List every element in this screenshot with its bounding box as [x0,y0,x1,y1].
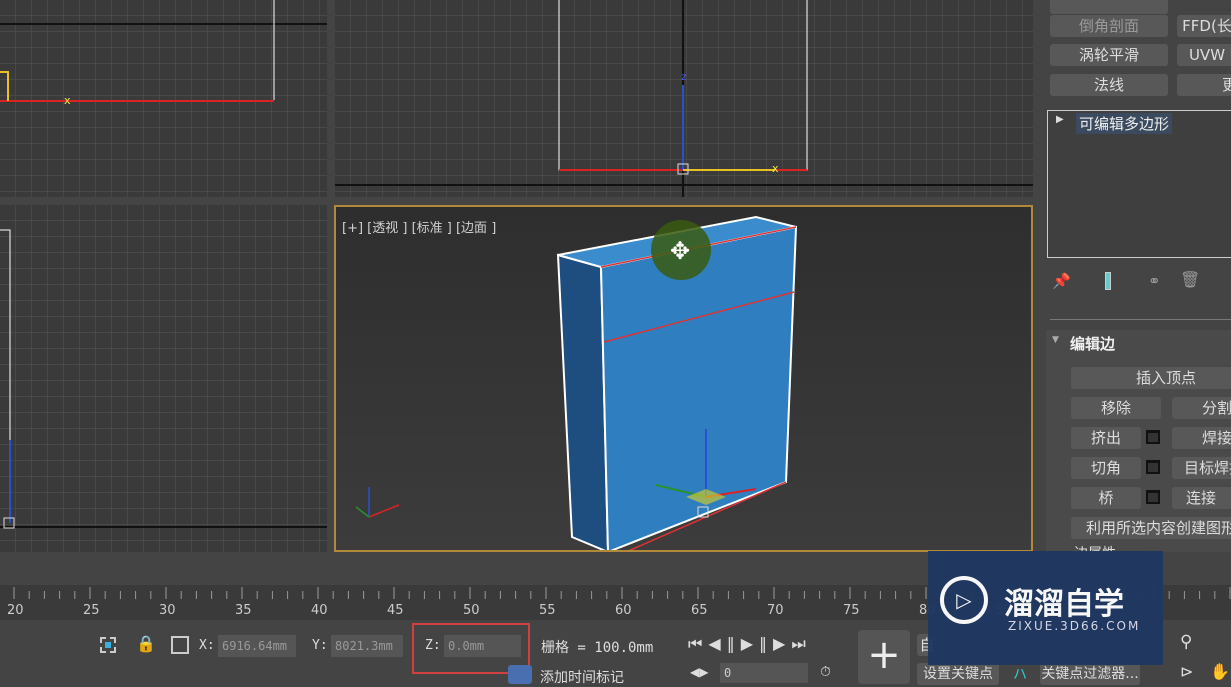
ruler-tick-label: 50 [463,603,480,618]
collapse-icon[interactable]: ▼ [1052,335,1059,345]
key-filters-button[interactable]: 关键点过滤器... [1040,663,1140,685]
show-end-result-icon[interactable] [1105,272,1111,290]
viewport-perspective[interactable]: [+] [透视 ] [标准 ] [边面 ] ✥ [334,205,1033,552]
make-unique-icon[interactable]: ⚭ [1148,272,1161,290]
modifier-button[interactable] [1050,0,1168,14]
create-shape-button[interactable]: 利用所选内容创建图形 [1071,517,1231,539]
bridge-button[interactable]: 桥 [1071,487,1141,509]
viewport-left[interactable] [0,205,327,552]
watermark-logo-icon: ▷ [940,576,988,624]
ruler-tick-label: 75 [843,603,860,618]
ruler-tick-label: 55 [539,603,556,618]
extrude-settings-icon[interactable] [1146,430,1160,444]
set-key-button[interactable]: + [858,630,910,684]
remove-button[interactable]: 移除 [1071,397,1161,419]
ruler-tick-label: 30 [159,603,176,618]
ruler-tick-label: 25 [83,603,100,618]
z-label: Z: [425,638,441,653]
svg-text:x: x [772,162,779,175]
ruler-tick-label: 40 [311,603,328,618]
bevel-profile-button[interactable]: 倒角剖面 [1050,15,1168,37]
connect-button[interactable]: 连接 [1172,487,1231,509]
zoom-icon[interactable]: ⚲ [1180,632,1192,652]
ruler-tick-label: 35 [235,603,252,618]
viewport-grid [0,205,327,552]
box-object: ✥ [355,215,798,550]
set-key-mode-button[interactable]: 设置关键点 [917,663,999,685]
ffd-button[interactable]: FFD(长 [1177,15,1231,37]
ruler-tick-label: 70 [767,603,784,618]
weld-button[interactable]: 焊接 [1172,427,1231,449]
normal-button[interactable]: 法线 [1050,74,1168,96]
add-time-tag[interactable]: 添加时间标记 [540,667,624,687]
y-label: Y: [312,638,328,653]
modifier-stack[interactable]: ▶ 可编辑多边形 [1047,110,1231,258]
ruler-tick-label: 65 [691,603,708,618]
isolate-selection-icon[interactable] [100,637,116,653]
ruler-tick-label: 60 [615,603,632,618]
lock-icon[interactable]: 🔒 [136,634,156,653]
field-of-view-icon[interactable]: ⊳ [1180,662,1193,681]
modifier-editable-poly[interactable]: 可编辑多边形 [1076,113,1173,134]
turbosmooth-button[interactable]: 涡轮平滑 [1050,44,1168,66]
chamfer-settings-icon[interactable] [1146,460,1160,474]
svg-text:✥: ✥ [670,237,690,265]
viewport-top-left[interactable]: x [0,0,327,197]
svg-text:z: z [681,72,686,83]
time-tag-icon[interactable] [508,665,532,684]
watermark-name: 溜溜自学 [1004,587,1124,622]
rollout-title[interactable]: 编辑边 [1070,333,1115,354]
current-frame-field[interactable]: 0 [720,663,808,683]
key-mode-icon[interactable]: ◀▶ [690,665,708,679]
insert-vertex-button[interactable]: 插入顶点 [1071,367,1231,389]
remove-modifier-icon[interactable]: 🗑 [1180,270,1200,289]
pin-stack-icon[interactable]: 📌 [1052,272,1071,290]
expand-arrow-icon[interactable]: ▶ [1056,114,1064,125]
command-panel: 倒角剖面 FFD(长 涡轮平滑 UVW 法线 更 ▶ 可编辑多边形 📌 ⚭ 🗑 … [1040,0,1231,552]
viewport-grid: zx [335,0,1033,197]
split-button[interactable]: 分割 [1172,397,1231,419]
x-coordinate-field[interactable]: 6916.64mm [218,635,296,657]
viewport-front[interactable]: zx [335,0,1033,197]
more-button[interactable]: 更 [1177,74,1231,96]
grid-size: 栅格 = 100.0mm [541,640,654,656]
ruler-tick-label: 20 [7,603,24,618]
svg-text:x: x [64,94,71,107]
time-config-icon[interactable]: ⏱ [820,664,831,680]
pan-hand-icon[interactable]: ✋ [1210,662,1230,681]
target-weld-button[interactable]: 目标焊接 [1172,457,1231,479]
viewport-grid: x [0,0,327,197]
divider [1050,319,1231,320]
watermark-url: ZIXUE.3D66.COM [1008,619,1141,633]
chamfer-button[interactable]: 切角 [1071,457,1141,479]
bridge-settings-icon[interactable] [1146,490,1160,504]
absolute-mode-icon[interactable] [171,636,189,654]
x-label: X: [199,638,215,653]
y-coordinate-field[interactable]: 8021.3mm [331,635,403,657]
ruler-tick-label: 45 [387,603,404,618]
z-coordinate-field[interactable]: 0.0mm [444,635,521,657]
watermark: ▷ 溜溜自学 ZIXUE.3D66.COM [928,551,1163,665]
playback-controls[interactable]: ⏮◀‖▶‖▶⏭ [688,634,812,654]
extrude-button[interactable]: 挤出 [1071,427,1141,449]
key-filter-icon[interactable]: ハ [1013,664,1027,684]
uvw-button[interactable]: UVW [1177,44,1231,66]
